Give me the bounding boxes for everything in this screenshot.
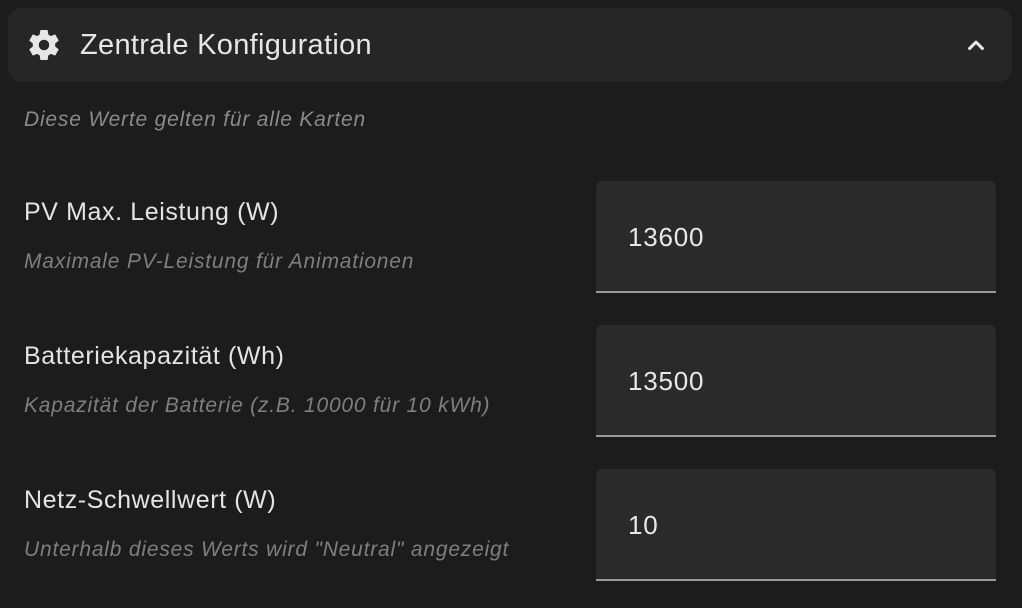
battery-capacity-field[interactable] — [596, 325, 996, 437]
grid-threshold-input[interactable] — [628, 507, 968, 543]
section-title: Zentrale Konfiguration — [80, 29, 372, 61]
section-subtitle: Diese Werte gelten für alle Karten — [24, 108, 366, 131]
grid-threshold-description: Unterhalb dieses Werts wird "Neutral" an… — [24, 538, 510, 561]
pv-max-input[interactable] — [628, 219, 968, 255]
pv-max-description: Maximale PV-Leistung für Animationen — [24, 250, 415, 273]
grid-threshold-label: Netz-Schwellwert (W) — [24, 486, 277, 514]
pv-max-label: PV Max. Leistung (W) — [24, 198, 280, 226]
config-panel: Zentrale Konfiguration Diese Werte gelte… — [0, 0, 1022, 608]
battery-capacity-description: Kapazität der Batterie (z.B. 10000 für 1… — [24, 394, 491, 417]
chevron-up-icon[interactable] — [962, 31, 990, 59]
grid-threshold-field[interactable] — [596, 469, 996, 581]
section-header[interactable]: Zentrale Konfiguration — [8, 8, 1012, 82]
pv-max-field[interactable] — [596, 181, 996, 293]
battery-capacity-input[interactable] — [628, 363, 968, 399]
gear-icon — [29, 30, 59, 60]
battery-capacity-label: Batteriekapazität (Wh) — [24, 342, 285, 370]
